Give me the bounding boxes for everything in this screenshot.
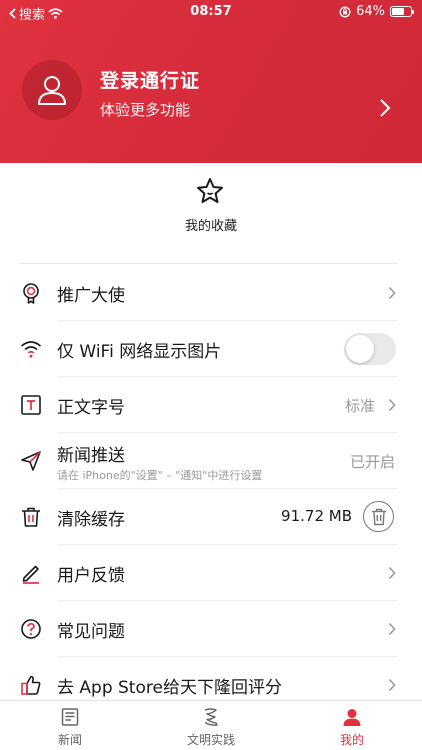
trash-icon xyxy=(371,508,386,525)
avatar[interactable] xyxy=(22,60,82,120)
battery-level xyxy=(392,8,404,15)
cache-size-value: 91.72 MB xyxy=(281,507,352,525)
tab-label: 文明实践 xyxy=(186,733,235,747)
chevron-right-icon xyxy=(388,398,396,412)
settings-row-title: 仅 WiFi 网络显示图片 xyxy=(57,342,222,362)
profile-icon xyxy=(343,709,361,726)
settings-row-feedback[interactable]: 用户反馈 xyxy=(0,545,422,601)
pencil-icon xyxy=(22,565,39,584)
settings-row-title: 新闻推送 xyxy=(57,446,125,466)
tab-profile[interactable]: 我的 xyxy=(282,701,422,750)
settings-row-clear-cache[interactable]: 清除缓存 91.72 MB xyxy=(0,489,422,545)
settings-row-title: 推广大使 xyxy=(57,286,125,306)
favorites-button[interactable]: 我的收藏 xyxy=(0,163,422,263)
civilization-icon xyxy=(204,708,218,726)
settings-row-wifi-images: 仅 WiFi 网络显示图片 xyxy=(0,321,422,377)
chevron-right-icon[interactable] xyxy=(378,98,392,118)
tab-civilization[interactable]: 文明实践 xyxy=(141,701,281,750)
toggle-knob xyxy=(346,335,374,363)
font-size-value: 标准 xyxy=(344,397,375,415)
clear-cache-button[interactable] xyxy=(363,501,394,532)
user-icon xyxy=(38,76,66,105)
rotation-lock-icon xyxy=(339,6,351,17)
tab-bar: 新闻 文明实践 我的 xyxy=(0,700,422,750)
chevron-right-icon xyxy=(388,678,396,692)
section-divider xyxy=(20,263,398,264)
battery-icon xyxy=(390,6,414,17)
tab-news[interactable]: 新闻 xyxy=(0,701,140,750)
chevron-right-icon xyxy=(388,622,396,636)
badge-icon xyxy=(23,283,39,304)
wifi-images-toggle[interactable] xyxy=(344,333,396,365)
chevron-right-icon xyxy=(388,286,396,300)
font-size-icon xyxy=(21,395,41,415)
chevron-right-icon xyxy=(388,566,396,580)
settings-row-title: 正文字号 xyxy=(57,398,125,418)
news-icon xyxy=(61,708,79,726)
tab-label: 我的 xyxy=(339,733,364,747)
settings-row-ambassador[interactable]: 推广大使 xyxy=(0,265,422,321)
settings-row-push[interactable]: 新闻推送 请在 iPhone的"设置" – "通知"中进行设置 已开启 xyxy=(0,433,422,489)
favorites-label: 我的收藏 xyxy=(184,219,237,234)
status-right: 64% xyxy=(339,4,414,19)
settings-row-title: 去 App Store给天下隆回评分 xyxy=(57,678,282,698)
status-bar: 搜索 08:57 64% xyxy=(0,0,422,24)
login-title[interactable]: 登录通行证 xyxy=(100,66,200,93)
settings-row-faq[interactable]: 常见问题 xyxy=(0,601,422,657)
battery-percent: 64% xyxy=(356,4,385,19)
question-icon xyxy=(21,619,41,639)
wifi-icon xyxy=(20,341,42,358)
settings-row-title: 清除缓存 xyxy=(57,510,125,530)
login-subtitle: 体验更多功能 xyxy=(100,101,191,119)
send-icon xyxy=(21,451,41,471)
settings-row-title: 常见问题 xyxy=(57,622,125,642)
tab-label: 新闻 xyxy=(57,733,82,747)
push-hint: 请在 iPhone的"设置" – "通知"中进行设置 xyxy=(57,469,263,482)
push-status-value: 已开启 xyxy=(349,453,395,471)
trash-icon xyxy=(22,507,40,527)
profile-header: 搜索 08:57 64% 登录通行证 体验更多功能 xyxy=(0,0,422,163)
thumbs-up-icon xyxy=(21,675,41,695)
star-icon xyxy=(197,178,223,203)
settings-row-font-size[interactable]: 正文字号 标准 xyxy=(0,377,422,433)
settings-row-title: 用户反馈 xyxy=(57,566,125,586)
